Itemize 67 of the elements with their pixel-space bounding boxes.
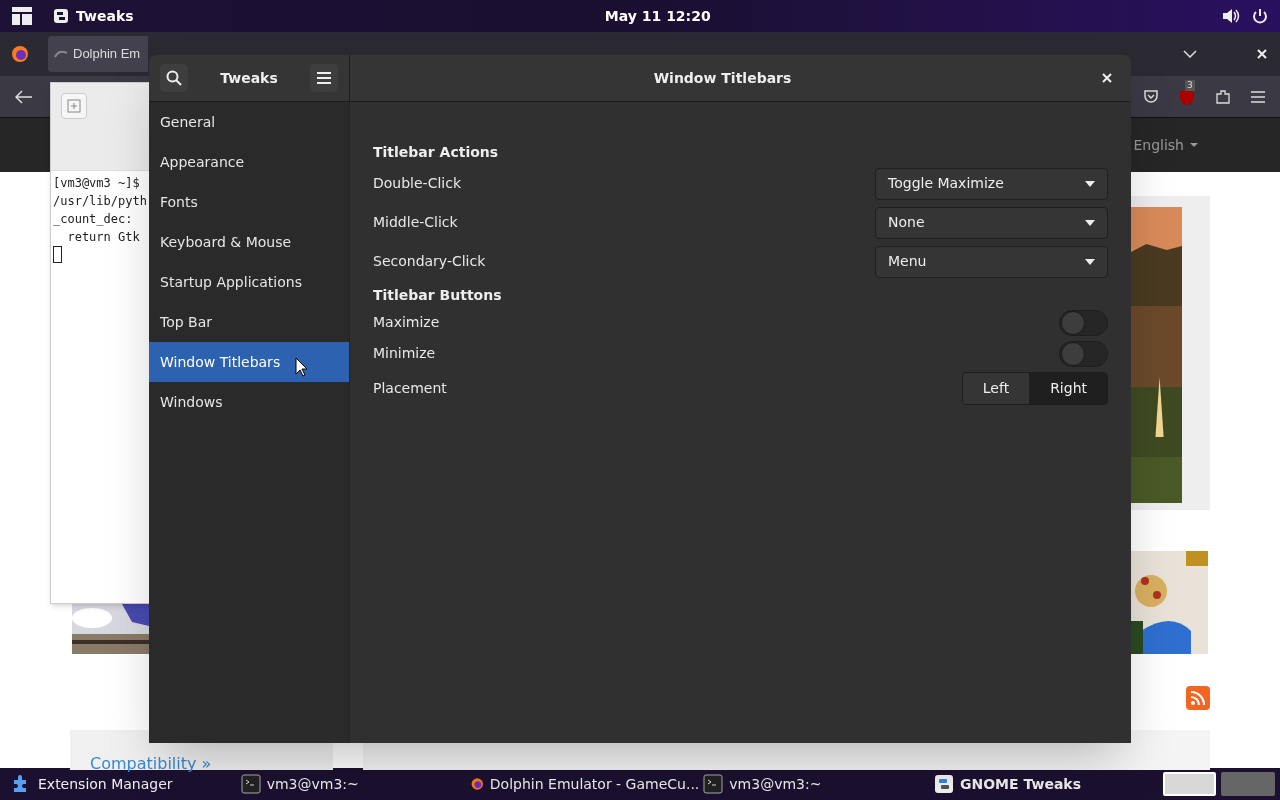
setting-label: Secondary-Click <box>373 252 486 271</box>
workspace-thumbnail[interactable] <box>1162 772 1217 796</box>
caret-icon <box>1085 219 1095 226</box>
sidebar-item[interactable]: Windows <box>149 382 349 422</box>
sidebar-item[interactable]: Startup Applications <box>149 262 349 302</box>
caret-icon <box>1190 143 1198 147</box>
sidebar-item[interactable]: General <box>149 102 349 142</box>
toggle-switch[interactable] <box>1059 309 1108 336</box>
pocket-icon[interactable] <box>1143 88 1159 105</box>
clock[interactable]: May 11 12:20 <box>604 5 711 27</box>
workspace-thumbnail[interactable] <box>1221 772 1275 796</box>
setting-label: Maximize <box>373 313 440 332</box>
back-icon[interactable] <box>15 89 33 104</box>
setting-label: Double-Click <box>373 174 462 193</box>
language-menu[interactable]: English <box>1133 134 1198 156</box>
terminal-line: _count_dec: <box>53 211 133 228</box>
placement-button[interactable]: Right <box>1029 373 1107 404</box>
taskbar-item[interactable]: vm3@vm3:~ <box>701 769 932 799</box>
caret-icon <box>1085 258 1095 265</box>
menu-button[interactable] <box>310 64 338 92</box>
setting-label: Middle-Click <box>373 213 458 232</box>
badge: 3 <box>1185 79 1195 91</box>
taskbar-item[interactable]: Dolphin Emulator - GameCu... <box>469 769 702 799</box>
app-menu[interactable]: Tweaks <box>54 5 134 27</box>
chevron-down-icon[interactable] <box>1183 50 1197 58</box>
rss-icon[interactable] <box>1186 686 1210 710</box>
setting-label: Placement <box>373 379 447 398</box>
sidebar-item[interactable]: Window Titlebars <box>149 342 349 382</box>
taskbar-item[interactable]: GNOME Tweaks <box>931 769 1163 799</box>
app-title: Tweaks <box>220 68 278 88</box>
window-title: Window Titlebars <box>652 68 793 88</box>
dropdown[interactable]: None <box>875 206 1108 239</box>
plus-icon <box>67 99 81 113</box>
sidebar-item[interactable]: Top Bar <box>149 302 349 342</box>
mouse-pointer-icon <box>295 357 308 377</box>
sidebar-item[interactable]: Appearance <box>149 142 349 182</box>
volume-icon[interactable] <box>1222 8 1240 24</box>
search-button[interactable] <box>160 64 188 92</box>
terminal-line: return Gtk <box>66 229 140 246</box>
close-icon[interactable] <box>1257 49 1267 59</box>
dropdown[interactable]: Menu <box>875 245 1108 278</box>
terminal-icon <box>703 774 724 794</box>
sidebar-item[interactable]: Keyboard & Mouse <box>149 222 349 262</box>
menu-icon <box>317 72 331 84</box>
menu-icon[interactable] <box>1251 90 1265 103</box>
puzzle-icon[interactable] <box>1215 88 1231 105</box>
section-title: Titlebar Buttons <box>373 286 503 305</box>
toggle-switch[interactable] <box>1059 340 1108 367</box>
terminal-line: /usr/lib/pyth <box>53 193 147 210</box>
terminal-cursor <box>53 246 62 263</box>
section-title: Titlebar Actions <box>373 143 500 162</box>
caret-icon <box>1085 180 1095 187</box>
placement-button[interactable]: Left <box>962 373 1030 404</box>
search-icon <box>166 70 182 86</box>
taskbar-item[interactable]: vm3@vm3:~ <box>238 769 470 799</box>
fox-globe-icon[interactable] <box>11 45 29 63</box>
sidebar-item[interactable]: Fonts <box>149 182 349 222</box>
power-icon[interactable] <box>1252 8 1268 24</box>
close-icon <box>1102 73 1112 83</box>
terminal-line: [vm3@vm3 ~]$ <box>53 175 140 192</box>
dropdown[interactable]: Toggle Maximize <box>875 167 1108 200</box>
tweaks-icon <box>54 9 68 23</box>
activities-icon[interactable] <box>12 7 32 25</box>
browser-tab[interactable]: Dolphin Em <box>48 36 148 72</box>
terminal-icon <box>240 774 261 794</box>
setting-label: Minimize <box>373 344 436 363</box>
tweaks-icon <box>933 774 954 794</box>
